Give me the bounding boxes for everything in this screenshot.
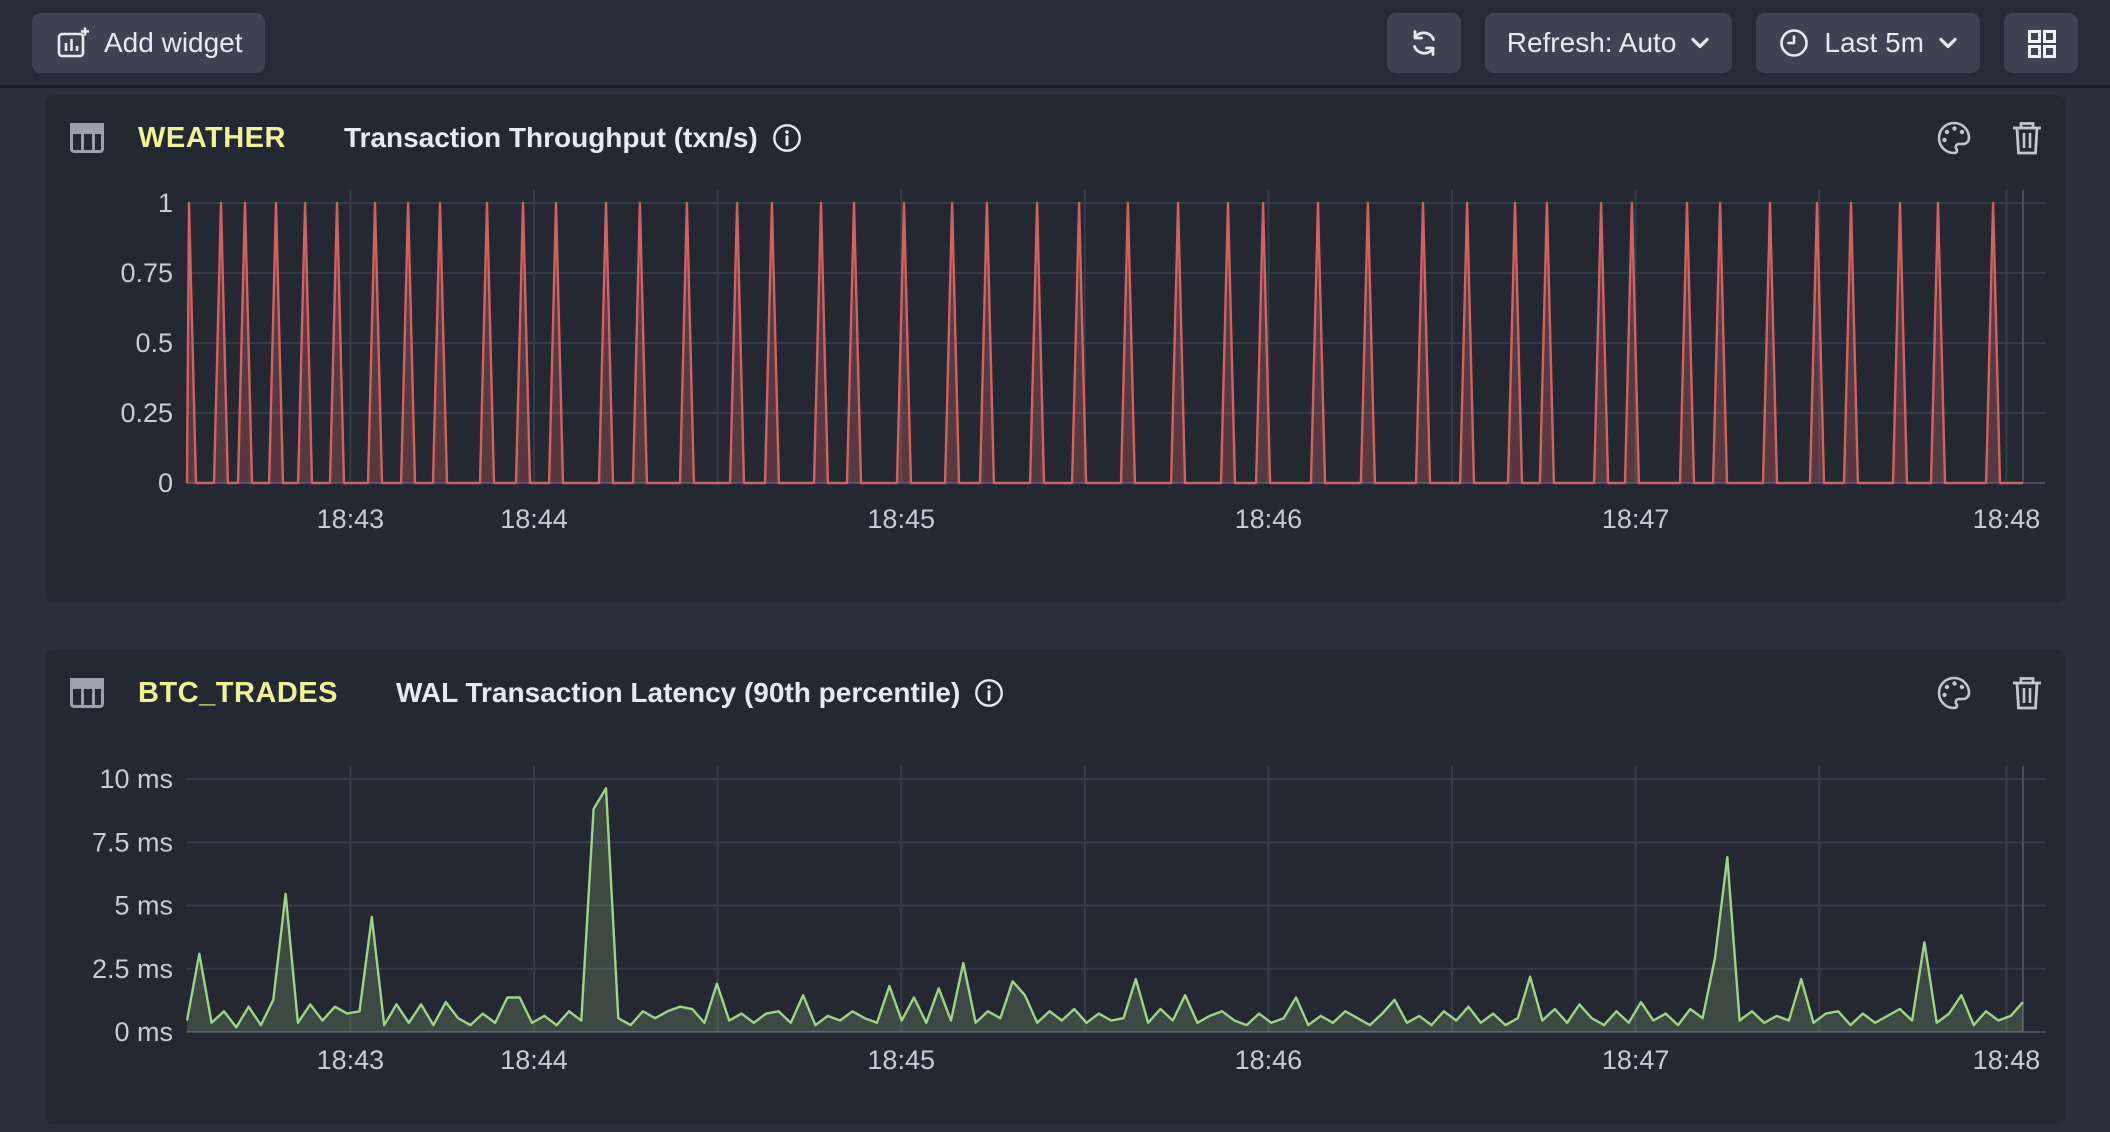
svg-text:18:45: 18:45	[867, 1045, 935, 1075]
time-range-dropdown[interactable]: Last 5m	[1756, 13, 1980, 73]
svg-text:18:47: 18:47	[1602, 1045, 1670, 1075]
svg-text:7.5 ms: 7.5 ms	[92, 827, 173, 857]
svg-text:5 ms: 5 ms	[114, 891, 173, 921]
table-name: WEATHER	[138, 122, 286, 155]
info-icon[interactable]	[974, 678, 1004, 708]
grid-layout-button[interactable]	[2004, 13, 2078, 73]
throughput-chart[interactable]: 0 0.25 0.5 0.75 1 18:43 18:44 18:45 18:46 18:47 18…	[45, 180, 2065, 603]
svg-text:1: 1	[158, 188, 173, 218]
refresh-icon	[1407, 26, 1441, 60]
svg-text:18:43: 18:43	[317, 504, 385, 534]
trash-icon[interactable]	[2009, 119, 2045, 157]
widget-header: WEATHER Transaction Throughput (txn/s)	[45, 95, 2065, 181]
latency-chart[interactable]: 0 ms 2.5 ms 5 ms 7.5 ms 10 ms 18:43 18:44 18:45…	[45, 735, 2065, 1124]
add-widget-chart-icon	[54, 25, 90, 61]
svg-text:18:44: 18:44	[500, 1045, 568, 1075]
trash-icon[interactable]	[2009, 674, 2045, 712]
info-icon[interactable]	[772, 123, 802, 153]
svg-text:18:44: 18:44	[500, 504, 568, 534]
chevron-down-icon	[1938, 36, 1958, 50]
svg-text:18:48: 18:48	[1973, 504, 2041, 534]
palette-icon[interactable]	[1935, 674, 1973, 712]
svg-text:0: 0	[158, 468, 173, 498]
svg-text:0.25: 0.25	[120, 398, 173, 428]
svg-text:10 ms: 10 ms	[99, 764, 173, 794]
svg-text:18:45: 18:45	[867, 504, 935, 534]
widget-panel: BTC_TRADES WAL Transaction Latency (90th…	[45, 650, 2065, 1124]
toolbar: Add widget Refresh: Auto	[0, 0, 2110, 88]
widget-title: WAL Transaction Latency (90th percentile…	[396, 677, 960, 709]
clock-icon	[1778, 27, 1810, 59]
widget-header: BTC_TRADES WAL Transaction Latency (90th…	[45, 650, 2065, 736]
table-icon	[68, 675, 106, 711]
svg-text:18:46: 18:46	[1235, 504, 1303, 534]
svg-text:18:46: 18:46	[1235, 1045, 1303, 1075]
table-icon	[68, 120, 106, 156]
widget-title: Transaction Throughput (txn/s)	[344, 122, 758, 154]
grid-layout-icon	[2024, 26, 2058, 60]
svg-text:18:43: 18:43	[317, 1045, 385, 1075]
refresh-mode-label: Refresh: Auto	[1507, 27, 1677, 59]
svg-text:18:48: 18:48	[1973, 1045, 2041, 1075]
svg-text:0 ms: 0 ms	[114, 1017, 173, 1047]
palette-icon[interactable]	[1935, 119, 1973, 157]
widget-panel: WEATHER Transaction Throughput (txn/s)	[45, 95, 2065, 603]
add-widget-label: Add widget	[104, 27, 243, 59]
time-range-label: Last 5m	[1824, 27, 1924, 59]
refresh-mode-dropdown[interactable]: Refresh: Auto	[1485, 13, 1733, 73]
table-name: BTC_TRADES	[138, 677, 338, 710]
svg-text:0.5: 0.5	[135, 328, 173, 358]
chevron-down-icon	[1690, 36, 1710, 50]
svg-text:0.75: 0.75	[120, 258, 173, 288]
refresh-button[interactable]	[1387, 13, 1461, 73]
svg-text:18:47: 18:47	[1602, 504, 1670, 534]
add-widget-button[interactable]: Add widget	[32, 13, 265, 73]
svg-text:2.5 ms: 2.5 ms	[92, 954, 173, 984]
